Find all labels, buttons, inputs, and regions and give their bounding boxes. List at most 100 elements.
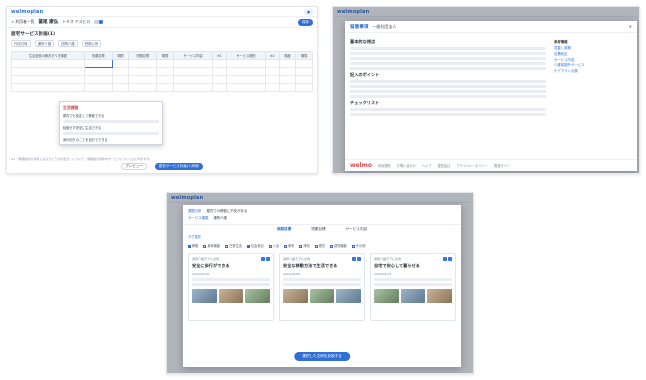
chevron-right-icon[interactable]: ›	[357, 257, 361, 261]
footer-link[interactable]: 利用規約	[378, 163, 391, 168]
table-cell[interactable]	[172, 83, 214, 92]
table-cell[interactable]	[11, 83, 85, 92]
footer-link[interactable]: お問い合わせ	[397, 163, 416, 168]
tab-service[interactable]: サービス内容	[346, 227, 368, 232]
table-cell[interactable]	[83, 75, 113, 84]
popup-option[interactable]: 身の回りのことを自分でできる	[63, 137, 159, 142]
table-cell[interactable]	[11, 67, 85, 76]
footer-link[interactable]: 運営会社	[437, 163, 450, 168]
table-cell[interactable]	[111, 67, 130, 76]
table-cell[interactable]	[212, 59, 227, 68]
chevron-left-icon[interactable]: ‹	[352, 257, 356, 261]
table-cell[interactable]	[295, 83, 313, 92]
table-cell[interactable]	[225, 75, 267, 84]
apply-example-button[interactable]: 選択した文例を反映する	[294, 352, 350, 361]
chevron-left-icon[interactable]: ‹	[443, 257, 447, 261]
tag-checkbox[interactable]: 社会参加	[246, 243, 264, 248]
chevron-left-icon[interactable]: ‹	[261, 257, 265, 261]
popup-option[interactable]: 屋内でも安定して移動できる	[63, 113, 159, 118]
table-cell[interactable]	[295, 75, 313, 84]
table-cell[interactable]	[278, 59, 297, 68]
chevron-right-icon[interactable]: ›	[266, 257, 270, 261]
table-cell[interactable]	[11, 59, 85, 68]
save-button[interactable]: 保存	[298, 18, 313, 26]
table-cell[interactable]	[111, 83, 130, 92]
tag-checkbox[interactable]: 移動	[188, 243, 198, 248]
table-cell[interactable]	[11, 75, 85, 84]
example-card[interactable]: 通所介護モデル文例 ‹ › 安全な移動方法で生活できる 2024/02/02	[279, 253, 365, 321]
filter-home-care[interactable]: 訪問介護	[58, 40, 78, 47]
tag-checkbox[interactable]: その他	[351, 243, 365, 248]
table-cell[interactable]	[172, 59, 214, 68]
chevron-right-icon[interactable]: ›	[448, 257, 452, 261]
table-cell[interactable]	[212, 67, 227, 76]
app-logo[interactable]: welmoplan	[11, 9, 43, 15]
filter-row: 作成日時 通所介護 訪問介護 短期入所	[7, 38, 317, 49]
print-button[interactable]: 居宅サービス計画(1)印刷	[154, 163, 203, 170]
table-cell[interactable]	[278, 83, 297, 92]
tab-long-goal[interactable]: 長期目標	[277, 227, 291, 232]
table-cell[interactable]	[265, 67, 280, 76]
table-cell[interactable]	[295, 59, 313, 68]
photo-thumbnail	[374, 289, 399, 303]
tag-checkbox[interactable]: 更衣	[314, 243, 325, 248]
footer-logo[interactable]: welmo	[350, 162, 372, 169]
tag-checkbox[interactable]: 認知機能	[330, 243, 347, 248]
tag-checkbox[interactable]: 食事	[284, 243, 294, 248]
example-card[interactable]: 通所介護モデル文例 ‹ › 安全に歩行ができる 2024/01/10	[188, 253, 274, 321]
table-cell[interactable]	[295, 67, 313, 76]
table-cell[interactable]	[225, 59, 267, 68]
table-cell[interactable]	[278, 75, 297, 84]
table-cell[interactable]	[128, 67, 158, 76]
col-service: サービス内容	[172, 51, 214, 60]
filter-short-stay[interactable]: 短期入所	[81, 40, 102, 47]
card-meta: 2024/03/15	[374, 272, 392, 276]
table-cell[interactable]	[83, 67, 113, 76]
table-cell[interactable]	[156, 83, 174, 92]
table-cell[interactable]	[265, 75, 280, 84]
table-cell[interactable]	[111, 59, 130, 68]
table-cell-selected[interactable]	[83, 59, 113, 68]
close-icon[interactable]: ✕	[629, 24, 632, 29]
filter-date[interactable]: 作成日時	[11, 40, 31, 47]
table-cell[interactable]	[225, 83, 267, 92]
table-cell[interactable]	[278, 67, 297, 76]
table-cell[interactable]	[156, 75, 174, 84]
table-cell[interactable]	[156, 59, 174, 68]
table-cell[interactable]	[225, 67, 267, 76]
heading-checklist: チェックリスト	[350, 100, 380, 105]
user-menu[interactable]: ●	[303, 8, 313, 15]
table-cell[interactable]	[212, 83, 227, 92]
modal-footer: welmo 利用規約 お問い合わせ ヘルプ 運営会社 プライバシーポリシー 関連…	[345, 159, 637, 171]
table-cell[interactable]	[265, 59, 280, 68]
mode-toggle[interactable]	[94, 20, 104, 24]
text-line	[192, 283, 270, 286]
table-cell[interactable]	[128, 83, 158, 92]
filter-day-care[interactable]: 通所介護	[34, 40, 55, 47]
table-cell[interactable]	[128, 59, 158, 68]
table-cell[interactable]	[265, 83, 280, 92]
table-cell[interactable]	[111, 75, 130, 84]
popup-option[interactable]: 転倒せず安全に生活できる	[63, 125, 159, 130]
tag-checkbox[interactable]: 排泄	[299, 243, 310, 248]
table-cell[interactable]	[172, 75, 214, 84]
table-cell[interactable]	[172, 67, 214, 76]
preview-button[interactable]: プレビュー	[121, 163, 147, 170]
example-card[interactable]: 通所介護モデル文例 ‹ › 自宅で安心して暮らせる 2024/03/15	[370, 253, 456, 321]
text-line	[283, 278, 361, 281]
table-cell[interactable]	[156, 67, 174, 76]
footer-link[interactable]: ヘルプ	[422, 163, 432, 168]
tab-short-goal[interactable]: 短期目標	[311, 227, 325, 232]
table-cell[interactable]	[212, 75, 227, 84]
footer-link[interactable]: プライバシーポリシー	[456, 163, 488, 168]
issue-value: 屋内での移動に不安がある	[206, 209, 248, 213]
back-link[interactable]: < 利用者一覧	[11, 19, 34, 25]
tag-checkbox[interactable]: 日常生活	[225, 243, 242, 248]
col-long-goal: 長期目標	[83, 51, 113, 60]
footer-link[interactable]: 関連サイト	[494, 163, 510, 168]
tag-checkbox[interactable]: 入浴	[268, 243, 279, 248]
table-cell[interactable]	[128, 75, 158, 84]
sidebar-link[interactable]: ケアプラン点検	[554, 69, 632, 75]
table-cell[interactable]	[83, 83, 113, 92]
tag-checkbox[interactable]: 身体機能	[203, 243, 220, 248]
